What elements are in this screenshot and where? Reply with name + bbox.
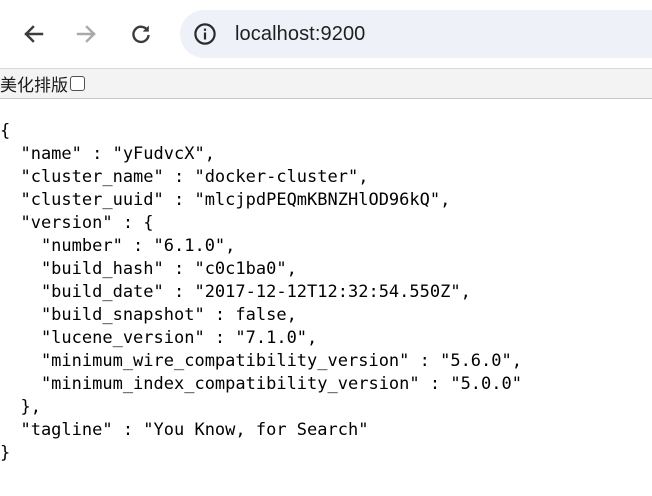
json-line: "build_snapshot" : false, (0, 305, 297, 325)
json-line: "cluster_name" : "docker-cluster", (0, 167, 369, 187)
json-line: { (0, 121, 11, 141)
pretty-print-checkbox[interactable] (70, 76, 85, 91)
forward-button[interactable] (67, 14, 107, 54)
reload-button[interactable] (121, 14, 161, 54)
json-content: { "name" : "yFudvcX", "cluster_name" : "… (0, 120, 522, 465)
address-bar[interactable]: localhost:9200 (180, 10, 652, 58)
json-line: "tagline" : "You Know, for Search" (0, 420, 369, 440)
json-line: "number" : "6.1.0", (0, 236, 236, 256)
json-line: } (0, 443, 11, 463)
json-line: "lucene_version" : "7.1.0", (0, 328, 318, 348)
browser-toolbar: localhost:9200 (0, 0, 652, 68)
reload-icon (130, 23, 152, 45)
pretty-print-bar: 美化排版 (0, 68, 652, 99)
url-text[interactable]: localhost:9200 (235, 23, 365, 46)
pretty-print-label: 美化排版 (0, 76, 68, 96)
json-line: "build_hash" : "c0c1ba0", (0, 259, 297, 279)
arrow-right-icon (76, 23, 98, 45)
json-line: }, (0, 397, 41, 417)
json-line: "minimum_index_compatibility_version" : … (0, 374, 522, 394)
arrow-left-icon (22, 23, 44, 45)
back-button[interactable] (13, 14, 53, 54)
info-circle-icon[interactable] (192, 21, 218, 47)
json-line: "minimum_wire_compatibility_version" : "… (0, 351, 522, 371)
json-line: "build_date" : "2017-12-12T12:32:54.550Z… (0, 282, 471, 302)
json-line: "version" : { (0, 213, 154, 233)
json-line: "cluster_uuid" : "mlcjpdPEQmKBNZHlOD96kQ… (0, 190, 451, 210)
json-line: "name" : "yFudvcX", (0, 144, 215, 164)
